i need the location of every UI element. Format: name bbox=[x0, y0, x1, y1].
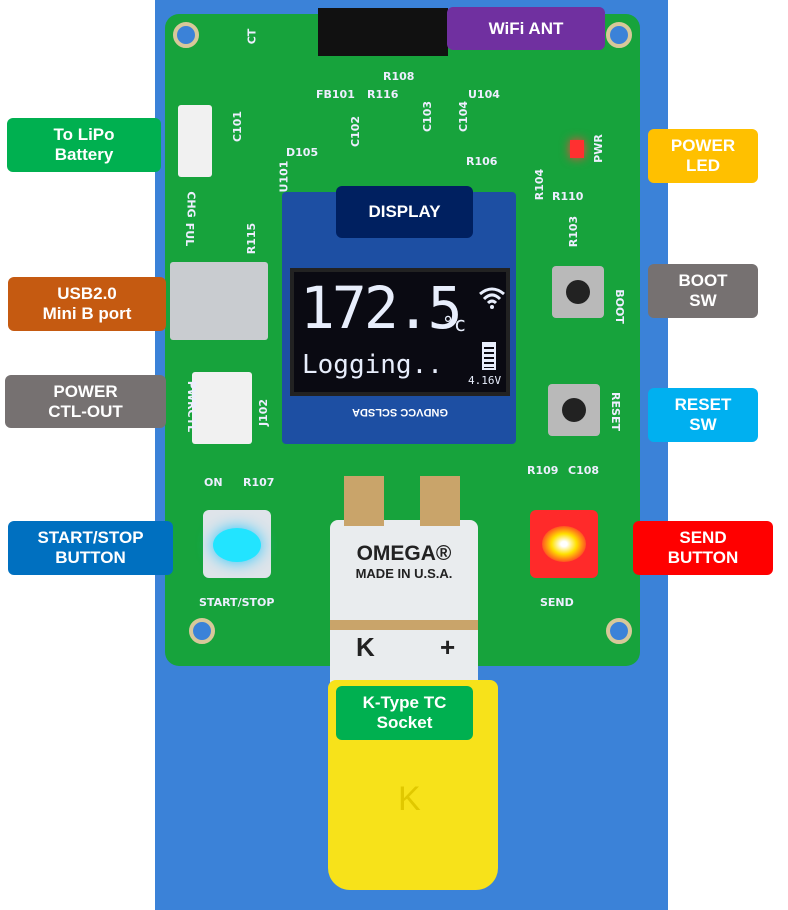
oled-screen: 172.5 °c Logging.. 4.16V bbox=[290, 268, 510, 396]
silk-reset: RESET bbox=[608, 392, 622, 431]
silk-on: ON bbox=[204, 476, 223, 489]
silk-r107: R107 bbox=[243, 476, 275, 489]
label-start-stop-button: START/STOP BUTTON bbox=[8, 521, 173, 575]
label-tc-socket: K-Type TC Socket bbox=[336, 686, 473, 740]
silk-chg: CHG bbox=[184, 191, 198, 218]
silk-c101: C101 bbox=[231, 110, 245, 143]
plug-mark: K bbox=[398, 780, 421, 818]
silk-ful: FUL bbox=[183, 222, 197, 247]
silk-send: SEND bbox=[540, 596, 574, 609]
silk-c108: C108 bbox=[568, 464, 600, 477]
status-text: Logging.. bbox=[302, 350, 443, 380]
silk-r110: R110 bbox=[552, 190, 584, 203]
label-lipo-battery: To LiPo Battery bbox=[7, 118, 161, 172]
k-type-tc-socket[interactable]: OMEGA® MADE IN U.S.A. K + bbox=[330, 476, 478, 690]
temperature-readout: 172.5 bbox=[300, 274, 463, 342]
silk-u101: U101 bbox=[277, 160, 291, 193]
silk-pwr: PWR bbox=[591, 134, 605, 163]
label-reset-sw: RESET SW bbox=[648, 388, 758, 442]
mount-hole bbox=[189, 618, 215, 644]
negative-pin-label: K bbox=[356, 632, 375, 662]
reset-switch[interactable] bbox=[548, 384, 600, 436]
silk-c102: C102 bbox=[349, 115, 363, 148]
silk-start-stop: START/STOP bbox=[199, 596, 275, 609]
label-display: DISPLAY bbox=[336, 186, 473, 238]
wifi-antenna bbox=[318, 8, 448, 56]
label-send-button: SEND BUTTON bbox=[633, 521, 773, 575]
label-boot-sw: BOOT SW bbox=[648, 264, 758, 318]
positive-pin-label: + bbox=[440, 632, 456, 662]
silk-r108: R108 bbox=[383, 70, 415, 83]
mount-hole bbox=[606, 618, 632, 644]
boot-switch[interactable] bbox=[552, 266, 604, 318]
silk-r103: R103 bbox=[567, 215, 581, 248]
omega-brand: OMEGA® bbox=[356, 542, 452, 565]
silk-j102: J102 bbox=[257, 398, 271, 427]
battery-voltage: 4.16V bbox=[468, 374, 502, 387]
mount-hole bbox=[606, 22, 632, 48]
silk-u104: U104 bbox=[468, 88, 500, 101]
silk-r116: R116 bbox=[367, 88, 399, 101]
silk-fb101: FB101 bbox=[316, 88, 355, 101]
oled-pin-labels: GNDVCC SCLSDA bbox=[352, 406, 448, 418]
silk-c104: C104 bbox=[457, 100, 471, 133]
power-led bbox=[570, 140, 584, 158]
silk-ct: CT bbox=[245, 28, 259, 45]
temperature-unit: °c bbox=[442, 312, 467, 336]
silk-r106: R106 bbox=[466, 155, 498, 168]
label-wifi-ant: WiFi ANT bbox=[447, 7, 605, 50]
start-stop-button[interactable] bbox=[203, 510, 271, 578]
lipo-connector bbox=[178, 105, 212, 177]
silk-d105: D105 bbox=[286, 146, 319, 159]
silk-pwrctl: PWRCTL bbox=[185, 380, 199, 433]
silk-c103: C103 bbox=[421, 100, 435, 133]
mount-hole bbox=[173, 22, 199, 48]
label-usb-port: USB2.0 Mini B port bbox=[8, 277, 166, 331]
label-power-ctl-out: POWER CTL-OUT bbox=[5, 375, 166, 428]
label-power-led: POWER LED bbox=[648, 129, 758, 183]
send-button[interactable] bbox=[530, 510, 598, 578]
pwrctl-connector bbox=[192, 372, 252, 444]
silk-r104: R104 bbox=[533, 168, 547, 201]
silk-r115: R115 bbox=[245, 222, 259, 255]
wifi-icon bbox=[479, 287, 505, 309]
usb-port bbox=[170, 262, 268, 340]
made-in-text: MADE IN U.S.A. bbox=[355, 566, 453, 581]
silk-r109: R109 bbox=[527, 464, 559, 477]
silk-boot: BOOT bbox=[612, 289, 626, 324]
battery-icon bbox=[482, 342, 496, 370]
